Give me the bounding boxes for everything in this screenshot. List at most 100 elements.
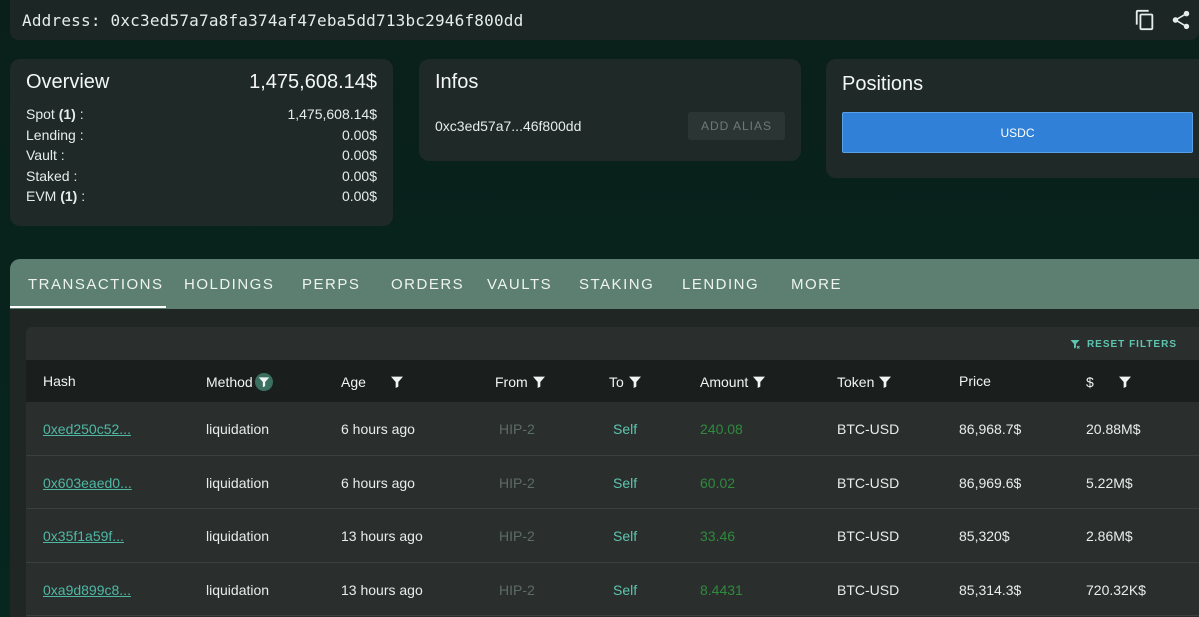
overview-row-label: Spot (1) : — [26, 106, 84, 122]
to-cell[interactable]: Self — [613, 475, 637, 491]
usd-cell: 20.88M$ — [1086, 421, 1141, 437]
token-cell: BTC-USD — [837, 581, 900, 598]
column-price: Price — [959, 373, 991, 389]
infos-address: 0xc3ed57a7...46f800dd — [435, 118, 582, 134]
overview-row-value: 1,475,608.14$ — [287, 106, 377, 122]
overview-row-label: Staked : — [26, 167, 78, 184]
from-cell[interactable]: HIP-2 — [499, 528, 535, 544]
overview-row-label: EVM (1) : — [26, 188, 86, 204]
tab-perps[interactable]: PERPS — [302, 276, 360, 293]
overview-total: 1,475,608.14$ — [249, 71, 377, 93]
positions-card: Positions USDC — [826, 59, 1199, 178]
table-row: 0xa9d899c8... liquidation 13 hours ago HIP-… — [26, 563, 1199, 616]
usd-cell: 720.32K$ — [1086, 581, 1146, 598]
tab-holdings[interactable]: HOLDINGS — [184, 276, 274, 293]
column-age: Age — [341, 373, 406, 391]
to-cell[interactable]: Self — [613, 421, 637, 437]
tab-vaults[interactable]: VAULTS — [487, 276, 552, 293]
transactions-table: RESET FILTERS Hash Method Age From To Am… — [26, 327, 1199, 617]
age-cell: 6 hours ago — [341, 421, 415, 437]
price-cell: 86,968.7$ — [959, 421, 1022, 437]
from-cell[interactable]: HIP-2 — [499, 421, 535, 437]
table-row: 0xed250c52... liquidation 6 hours ago HIP-2… — [26, 402, 1199, 456]
tab-staking[interactable]: STAKING — [579, 276, 654, 293]
token-cell: BTC-USD — [837, 528, 900, 544]
price-cell: 85,320$ — [959, 528, 1010, 544]
usdc-position-button[interactable]: USDC — [842, 112, 1193, 153]
reset-filters-label: RESET FILTERS — [1086, 338, 1177, 350]
method-cell: liquidation — [206, 581, 270, 598]
amount-cell: 33.46 — [700, 528, 736, 544]
infos-card: Infos 0xc3ed57a7...46f800dd ADD ALIAS — [419, 59, 801, 161]
overview-row-label: Vault : — [26, 147, 65, 163]
column-token: Token — [837, 373, 894, 391]
overview-row: Spot (1) : 1,475,608.14$ — [26, 104, 377, 125]
tabs-panel: TRANSACTIONS HOLDINGS PERPS ORDERS VAULT… — [10, 259, 1199, 617]
overview-row: Staked : 0.00$ — [26, 166, 377, 187]
column-method: Method — [206, 373, 273, 391]
filter-icon[interactable] — [254, 373, 273, 391]
overview-row-value: 0.00$ — [341, 126, 377, 143]
table-row: 0x35f1a59f... liquidation 13 hours ago HIP-… — [26, 509, 1199, 563]
overview-row-label: Lending : — [26, 126, 84, 143]
copy-icon[interactable] — [1133, 8, 1157, 32]
filter-icon[interactable] — [750, 373, 768, 391]
overview-row: Lending : 0.00$ — [26, 125, 377, 146]
table-header: Hash Method Age From To Amount Token Pri… — [26, 360, 1199, 402]
add-alias-button[interactable]: ADD ALIAS — [688, 112, 785, 140]
filter-icon[interactable] — [388, 373, 406, 391]
age-cell: 13 hours ago — [341, 528, 423, 544]
to-cell[interactable]: Self — [613, 528, 637, 544]
column-to: To — [609, 373, 644, 391]
hash-link[interactable]: 0x603eaed0... — [43, 475, 132, 491]
price-cell: 85,314.3$ — [959, 581, 1022, 598]
age-cell: 6 hours ago — [341, 474, 415, 491]
tab-bar: TRANSACTIONS HOLDINGS PERPS ORDERS VAULT… — [10, 259, 1199, 309]
positions-title: Positions — [842, 73, 924, 95]
hash-link[interactable]: 0x35f1a59f... — [43, 528, 124, 544]
infos-title: Infos — [435, 71, 479, 93]
tab-orders[interactable]: ORDERS — [391, 276, 464, 293]
filter-icon[interactable] — [1116, 373, 1134, 391]
token-cell: BTC-USD — [837, 421, 900, 437]
from-cell[interactable]: HIP-2 — [499, 582, 535, 598]
active-tab-indicator — [10, 306, 166, 308]
overview-row-value: 0.00$ — [341, 147, 377, 163]
overview-row-value: 0.00$ — [341, 188, 377, 204]
hash-link[interactable]: 0xed250c52... — [43, 421, 131, 437]
reset-filters-button[interactable]: RESET FILTERS — [1069, 338, 1177, 350]
share-icon[interactable] — [1169, 8, 1193, 32]
overview-row: EVM (1) : 0.00$ — [26, 186, 377, 207]
column-amount: Amount — [700, 373, 768, 391]
amount-cell: 8.4431 — [700, 581, 743, 598]
tab-lending[interactable]: LENDING — [682, 276, 759, 293]
amount-cell: 60.02 — [700, 474, 736, 491]
overview-card: Overview 1,475,608.14$ Spot (1) : 1,475,6… — [10, 59, 393, 226]
table-row: 0x603eaed0... liquidation 6 hours ago HIP-2… — [26, 456, 1199, 509]
overview-row-value: 0.00$ — [341, 167, 377, 184]
tab-transactions[interactable]: TRANSACTIONS — [28, 276, 164, 293]
filter-icon[interactable] — [876, 373, 894, 391]
from-cell[interactable]: HIP-2 — [499, 475, 535, 491]
token-cell: BTC-USD — [837, 474, 900, 491]
filter-icon[interactable] — [530, 373, 548, 391]
address-label: Address: 0xc3ed57a7a8fa374af47eba5dd713b… — [22, 10, 524, 30]
age-cell: 13 hours ago — [341, 581, 423, 598]
column-from: From — [495, 373, 548, 391]
usd-cell: 5.22M$ — [1086, 474, 1133, 491]
method-cell: liquidation — [206, 474, 270, 491]
filter-icon — [1070, 340, 1080, 349]
method-cell: liquidation — [206, 528, 270, 544]
usd-cell: 2.86M$ — [1086, 528, 1133, 544]
column-hash: Hash — [43, 373, 76, 389]
overview-title: Overview — [26, 71, 110, 93]
overview-row: Vault : 0.00$ — [26, 145, 377, 166]
price-cell: 86,969.6$ — [959, 474, 1022, 491]
tab-more[interactable]: MORE — [791, 276, 842, 293]
to-cell[interactable]: Self — [613, 582, 637, 598]
column-usd: $ — [1086, 373, 1134, 391]
hash-link[interactable]: 0xa9d899c8... — [43, 582, 131, 598]
method-cell: liquidation — [206, 421, 270, 437]
address-bar: Address: 0xc3ed57a7a8fa374af47eba5dd713b… — [10, 0, 1199, 40]
filter-icon[interactable] — [626, 373, 644, 391]
